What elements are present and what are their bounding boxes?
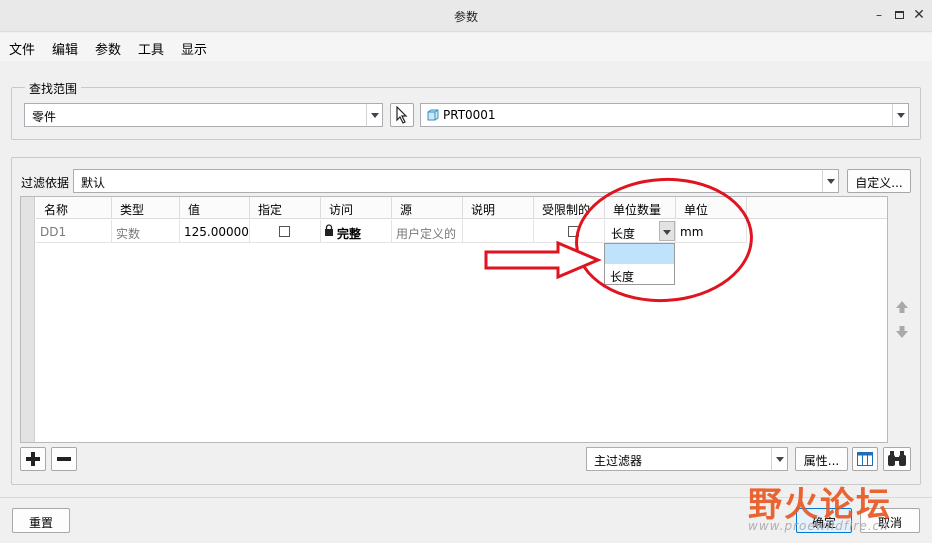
add-parameter-button[interactable] bbox=[20, 447, 46, 471]
column-header-access[interactable]: 访问 bbox=[321, 197, 392, 219]
binoculars-icon bbox=[888, 451, 906, 466]
filter-label: 过滤依据 bbox=[21, 176, 70, 190]
chevron-down-icon[interactable] bbox=[822, 170, 838, 192]
model-value: PRT0001 bbox=[443, 108, 496, 122]
chevron-down-icon[interactable] bbox=[366, 104, 382, 126]
chevron-down-icon[interactable] bbox=[771, 448, 787, 470]
model-select[interactable]: PRT0001 bbox=[420, 103, 909, 127]
add-icon bbox=[26, 452, 40, 466]
column-header-description[interactable]: 说明 bbox=[463, 197, 534, 219]
select-cursor-icon bbox=[396, 105, 408, 124]
scope-type-value: 零件 bbox=[32, 110, 57, 124]
select-model-button[interactable] bbox=[390, 103, 414, 127]
menu-parameters[interactable]: 参数 bbox=[95, 39, 121, 58]
properties-button[interactable]: 属性... bbox=[795, 447, 848, 471]
table-columns-button[interactable] bbox=[852, 447, 878, 471]
column-header-designate[interactable]: 指定 bbox=[250, 197, 321, 219]
designate-checkbox[interactable] bbox=[279, 226, 290, 237]
cell-access[interactable]: 完整 bbox=[321, 220, 392, 243]
minimize-icon[interactable]: – bbox=[870, 6, 888, 24]
column-header-empty bbox=[747, 197, 887, 219]
watermark-url: www.proewildfire.cn bbox=[748, 519, 889, 533]
scope-type-select[interactable]: 零件 bbox=[24, 103, 383, 127]
reset-button[interactable]: 重置 bbox=[12, 508, 70, 533]
cell-name[interactable]: DD1 bbox=[36, 220, 112, 243]
parameters-table: 名称 类型 值 指定 访问 源 说明 受限制的 单位数量 单位 DD1 实数 1… bbox=[20, 196, 888, 443]
chevron-down-icon[interactable] bbox=[892, 104, 908, 126]
find-button[interactable] bbox=[883, 447, 911, 471]
close-icon[interactable]: ✕ bbox=[910, 6, 928, 24]
main-filter-value: 主过滤器 bbox=[594, 454, 643, 468]
table-columns-icon bbox=[857, 452, 873, 466]
access-value: 完整 bbox=[337, 227, 362, 241]
table-row-header-column bbox=[21, 197, 35, 442]
menu-edit[interactable]: 编辑 bbox=[52, 39, 78, 58]
column-header-name[interactable]: 名称 bbox=[36, 197, 112, 219]
column-header-value[interactable]: 值 bbox=[180, 197, 250, 219]
cell-value[interactable]: 125.000000 bbox=[180, 220, 250, 243]
column-header-type[interactable]: 类型 bbox=[112, 197, 180, 219]
cell-type[interactable]: 实数 bbox=[112, 220, 180, 243]
move-up-icon[interactable] bbox=[895, 300, 909, 314]
part-model-icon bbox=[427, 109, 439, 121]
menu-file[interactable]: 文件 bbox=[9, 39, 35, 58]
move-down-icon[interactable] bbox=[895, 325, 909, 339]
column-header-source[interactable]: 源 bbox=[392, 197, 463, 219]
lock-icon bbox=[325, 224, 333, 236]
main-filter-select[interactable]: 主过滤器 bbox=[586, 447, 788, 471]
cell-designate[interactable] bbox=[250, 220, 321, 243]
filter-value: 默认 bbox=[81, 176, 106, 190]
search-scope-label: 查找范围 bbox=[25, 80, 82, 97]
menu-display[interactable]: 显示 bbox=[181, 39, 207, 58]
remove-parameter-button[interactable] bbox=[51, 447, 77, 471]
custom-filter-button[interactable]: 自定义... bbox=[847, 169, 911, 193]
maximize-icon[interactable] bbox=[890, 6, 908, 24]
annotation-arrow bbox=[484, 240, 602, 280]
menu-tools[interactable]: 工具 bbox=[138, 39, 164, 58]
cell-source[interactable]: 用户定义的 bbox=[392, 220, 463, 243]
remove-icon bbox=[57, 457, 71, 461]
window-title: 参数 bbox=[453, 10, 478, 24]
filter-select[interactable]: 默认 bbox=[73, 169, 839, 193]
